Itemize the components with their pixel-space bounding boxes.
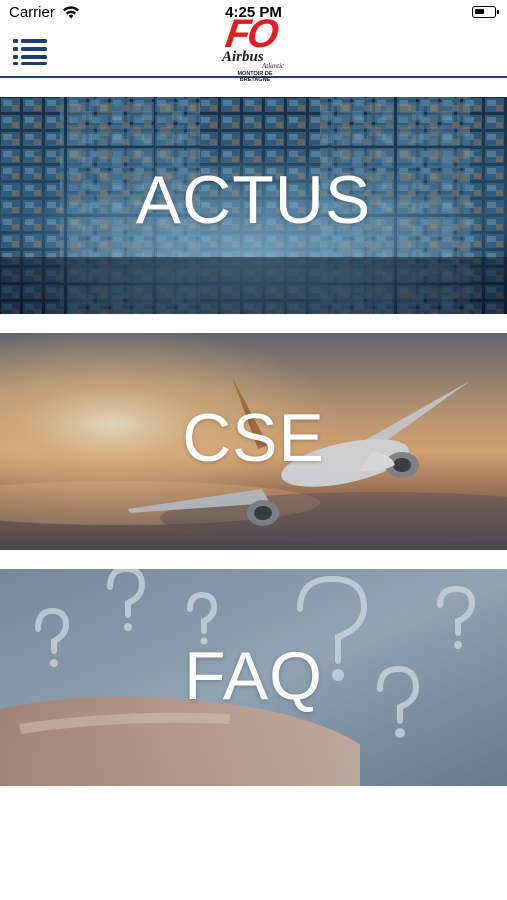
tile-actus-label: ACTUS bbox=[135, 162, 372, 238]
logo-location-line2: BRETAGNE bbox=[239, 77, 271, 83]
tile-cse[interactable]: CSE bbox=[0, 333, 507, 550]
status-time: 4:25 PM bbox=[225, 4, 282, 21]
menu-list-icon[interactable] bbox=[13, 38, 47, 65]
tile-faq[interactable]: FAQ bbox=[0, 569, 507, 786]
nav-bar: FO Airbus Atlantic MONTOIR DE BRETAGNE bbox=[0, 12, 507, 83]
logo-brand: Airbus bbox=[222, 49, 264, 65]
status-bar: Carrier 4:25 PM bbox=[0, 0, 507, 26]
battery-icon bbox=[472, 6, 499, 18]
tile-actus[interactable]: ACTUS bbox=[0, 97, 507, 314]
tile-cse-label: CSE bbox=[182, 400, 325, 476]
logo-tagline: Atlantic bbox=[262, 62, 285, 70]
tile-faq-label: FAQ bbox=[183, 638, 324, 714]
